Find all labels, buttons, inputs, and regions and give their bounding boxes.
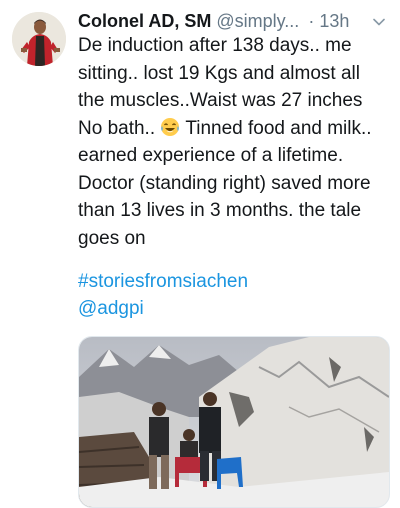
tweet-text-line: the muscles..Waist was 27 inches xyxy=(78,90,363,111)
timestamp[interactable]: 13h xyxy=(319,11,349,31)
profile-photo xyxy=(12,12,66,66)
tweet-text: De induction after 138 days.. me sitting… xyxy=(78,32,392,252)
face-with-tears-of-joy-icon xyxy=(161,117,180,136)
display-name[interactable]: Colonel AD, SM xyxy=(78,11,211,31)
tweet-text-segment: Tinned food and milk.. xyxy=(185,117,372,139)
tweet-header: Colonel AD, SM @simply... · 13h xyxy=(78,8,390,34)
tweet-text-line: earned experience of a lifetime. xyxy=(78,145,344,166)
tweet-text-line: goes on xyxy=(78,227,146,249)
tweet-text-line: than 13 lives in 3 months. the tale xyxy=(78,200,362,221)
photo-image xyxy=(79,337,389,507)
separator-dot: · xyxy=(308,11,315,31)
hashtag-link[interactable]: #storiesfromsiachen xyxy=(78,268,248,295)
tweet-links: #storiesfromsiachen @adgpi xyxy=(78,268,248,322)
mention-link[interactable]: @adgpi xyxy=(78,295,248,322)
user-handle[interactable]: @simply... xyxy=(216,11,299,31)
tweet-text-segment: No bath.. xyxy=(78,117,156,139)
tweet-text-line: Doctor (standing right) saved more xyxy=(78,172,371,194)
tweet-photo[interactable] xyxy=(78,336,390,508)
tweet-text-line-with-emoji: No bath.. Tinned food and milk.. xyxy=(78,115,392,143)
tweet-text-line: De induction after 138 days.. me xyxy=(78,35,352,56)
chevron-down-icon[interactable] xyxy=(372,15,386,29)
tweet-text-line: sitting.. lost 19 Kgs and almost all xyxy=(78,62,360,84)
tweet[interactable]: Colonel AD, SM @simply... · 13h De induc… xyxy=(0,0,400,508)
avatar[interactable] xyxy=(12,12,66,66)
